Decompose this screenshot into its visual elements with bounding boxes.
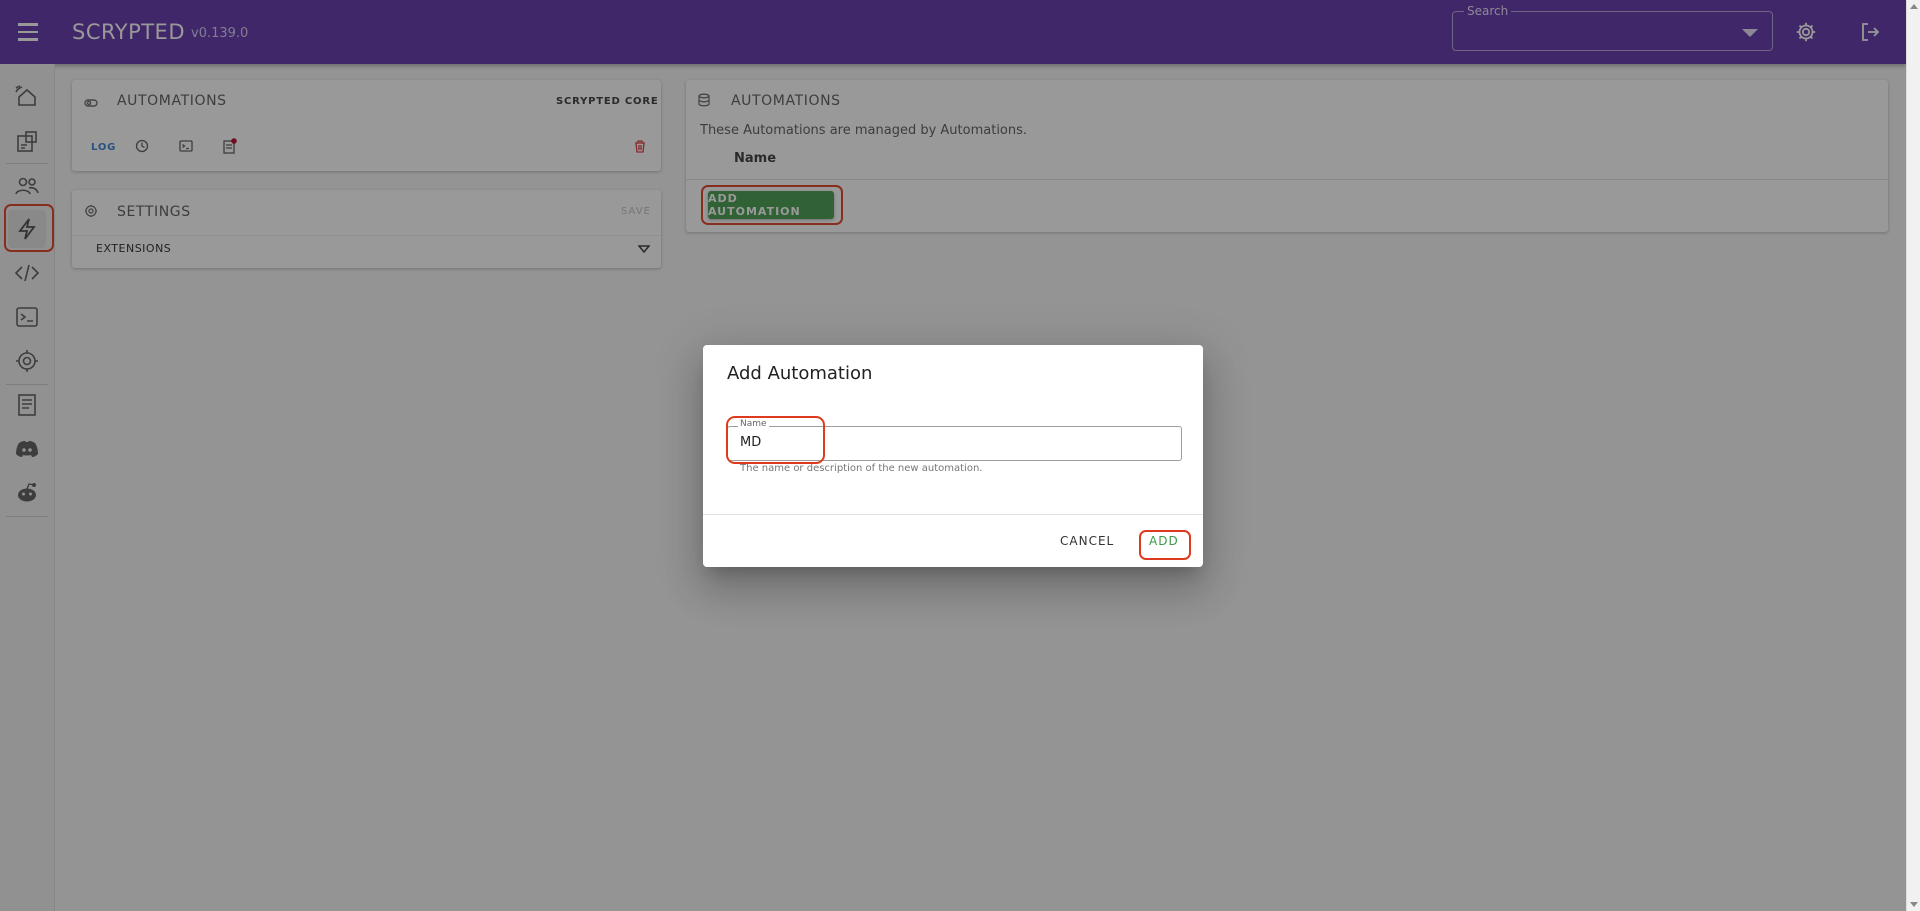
dialog-divider (703, 514, 1203, 515)
highlight-name-input (726, 416, 825, 464)
page-scrollbar[interactable] (1906, 0, 1920, 911)
name-input-hint: The name or description of the new autom… (740, 463, 983, 474)
app-root: SCRYPTED v0.139.0 Search AUTOMATIONS SCR… (0, 0, 1920, 911)
cancel-button[interactable]: CANCEL (1060, 534, 1114, 548)
scroll-down-icon[interactable] (1910, 902, 1918, 907)
scroll-up-icon[interactable] (1910, 4, 1918, 9)
add-automation-dialog: Add Automation Name MD The name or descr… (703, 345, 1203, 567)
highlight-add-button (1139, 530, 1191, 560)
dialog-title: Add Automation (727, 363, 873, 384)
